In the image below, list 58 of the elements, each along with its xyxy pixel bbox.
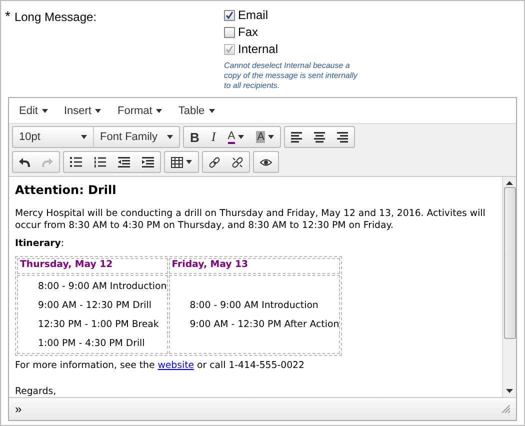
caret-icon [156,108,162,112]
caret-icon [167,135,173,139]
font-size-select[interactable]: 10pt [13,127,93,147]
link-icon [209,156,220,168]
column-header: Thursday, May 12 [17,258,168,274]
scrollbar[interactable] [502,177,516,397]
required-mark: * [5,10,10,23]
website-link[interactable]: website [158,360,194,371]
bullet-list-icon [70,156,82,168]
field-label: Long Message: [14,10,97,24]
table-cell: 8:00 - 9:00 AM Introduction [38,281,167,292]
text-color-button[interactable]: A [222,127,250,147]
checkbox-label[interactable]: Email [238,8,268,22]
indent-icon [142,156,154,168]
paragraph: For more information, see the website or call 1-414-555-0022 [15,360,306,372]
align-right-icon [337,132,348,142]
table-cell: 1:00 PM - 4:30 PM Drill [38,338,145,349]
caret-icon [81,135,87,139]
outdent-icon [118,156,130,168]
redo-icon [42,156,53,168]
caret-icon [42,108,48,112]
column-header: Friday, May 13 [168,258,340,274]
background-color-button[interactable]: A [250,127,280,147]
hint-text: Cannot deselect Internal because a copy of the message is sent internally to all recipients. [224,61,359,91]
menu-item[interactable]: Table [170,101,223,120]
resize-grip-icon [502,405,510,413]
menu-item[interactable]: Edit [11,101,56,120]
checkbox[interactable] [224,26,235,38]
table-cell: 9:00 AM - 12:30 PM After Action [190,319,340,330]
numbered-list-icon [94,156,106,168]
paragraph: Regards, [15,386,58,397]
align-left-icon [291,132,302,142]
menu-item[interactable]: Insert [56,101,110,120]
checkbox[interactable] [224,10,235,20]
scroll-down-icon [506,389,513,393]
unlink-icon [232,156,243,168]
align-center-icon [314,132,326,142]
scroll-up-icon [506,181,513,185]
font-family-select[interactable]: Font Family [93,127,179,147]
eye-icon [260,156,272,168]
paragraph: Itinerary: [15,238,66,250]
caret-icon [268,135,274,139]
caret-icon [95,108,102,112]
italic-button[interactable]: I [205,127,222,147]
heading: Attention: Drill [15,183,118,197]
status-path[interactable]: » [15,402,22,416]
caret-icon [186,160,192,164]
caret-icon [208,108,215,112]
table-cell: 9:00 AM - 12:30 PM Drill [38,300,152,311]
bold-button[interactable]: B [184,127,206,147]
undo-icon [19,156,30,168]
table-cell: 8:00 - 9:00 AM Introduction [190,300,318,311]
caret-icon [238,135,244,139]
menu-item[interactable]: Format [109,101,170,120]
paragraph: Mercy Hospital will be conducting a drill on Thursday and Friday, May 12 and 13, 2016. Activites will occur from 8:30 AM to 4:30 PM on Thursday, and 8:30 AM to 12:30 PM on Friday. [15,208,486,232]
table-grid-icon [171,156,183,168]
table-cell: 12:30 PM - 1:00 PM Break [38,319,159,330]
checkbox-label[interactable]: Fax [238,25,258,39]
